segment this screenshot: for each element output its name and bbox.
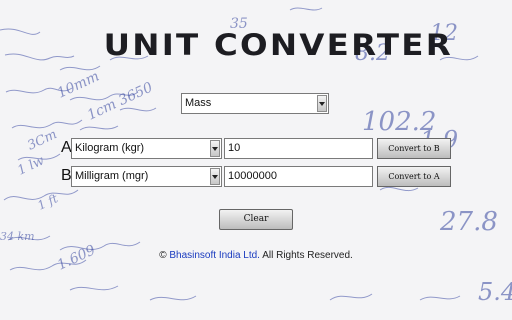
svg-text:10mm: 10mm <box>55 68 102 101</box>
svg-text:3Cm: 3Cm <box>25 127 59 154</box>
unit-b-select[interactable]: Milligram (mgr) <box>71 166 222 187</box>
value-a-input[interactable]: 10 <box>224 138 373 159</box>
copyright-footer: © Bhasinsoft India Ltd. All Rights Reser… <box>0 250 512 261</box>
unit-a-select[interactable]: Kilogram (kgr) <box>71 138 222 159</box>
rights-text: All Rights Reserved. <box>262 250 353 261</box>
svg-text:5.4: 5.4 <box>478 278 512 306</box>
svg-text:1cm 3650: 1cm 3650 <box>85 79 155 123</box>
convert-to-a-button[interactable]: Convert to A <box>377 166 451 187</box>
chevron-down-icon[interactable] <box>210 168 220 185</box>
unit-a-select-value: Kilogram (kgr) <box>75 142 145 154</box>
category-select-value: Mass <box>185 97 212 109</box>
company-link[interactable]: Bhasinsoft India Ltd. <box>169 250 260 261</box>
unit-b-select-value: Milligram (mgr) <box>75 170 149 182</box>
clear-button[interactable]: Clear <box>219 209 293 230</box>
app-title: UNIT CONVERTER <box>103 28 453 62</box>
value-b-input[interactable]: 10000000 <box>224 166 373 187</box>
chevron-down-icon[interactable] <box>317 95 327 112</box>
svg-text:34 km: 34 km <box>0 230 35 243</box>
svg-text:1 ft: 1 ft <box>35 191 60 213</box>
category-select[interactable]: Mass <box>181 93 329 114</box>
svg-text:1 lw: 1 lw <box>15 153 46 178</box>
copyright-symbol: © <box>159 250 167 261</box>
chevron-down-icon[interactable] <box>210 140 220 157</box>
svg-text:27.8: 27.8 <box>439 207 498 237</box>
convert-to-b-button[interactable]: Convert to B <box>377 138 451 159</box>
